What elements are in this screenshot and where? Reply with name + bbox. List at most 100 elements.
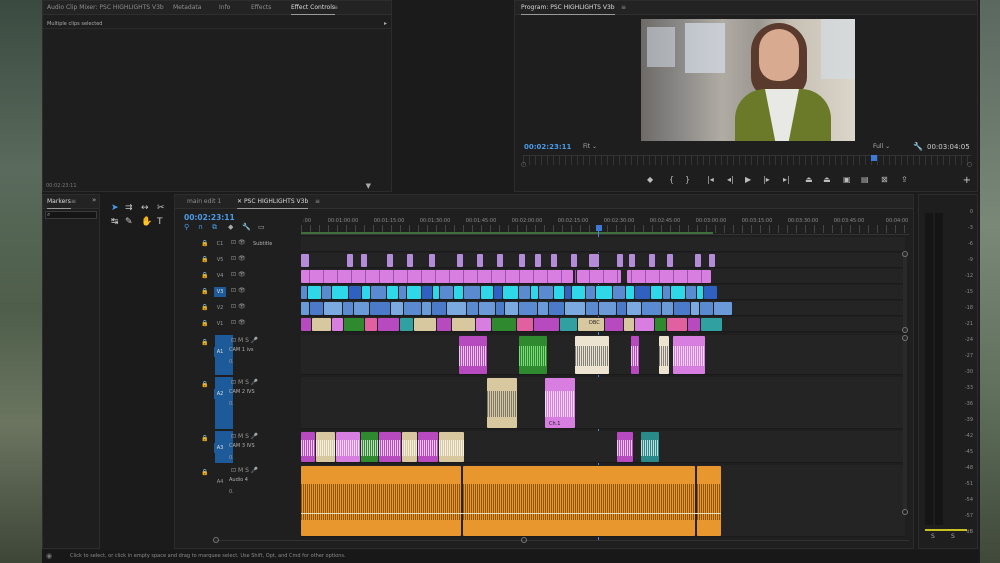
track-lane-v4[interactable] bbox=[301, 269, 905, 284]
h-scroll-knob-mid-icon[interactable] bbox=[521, 537, 527, 543]
timeline-clip[interactable] bbox=[531, 286, 538, 299]
audio-clip[interactable] bbox=[641, 432, 659, 462]
mute-button[interactable]: M bbox=[238, 337, 243, 344]
timeline-clip[interactable] bbox=[464, 286, 480, 299]
audio-clip[interactable] bbox=[575, 336, 609, 374]
timeline-clip[interactable] bbox=[422, 286, 432, 299]
timeline-clip[interactable] bbox=[667, 318, 687, 331]
timeline-clip[interactable] bbox=[589, 254, 599, 267]
audio-clip[interactable] bbox=[519, 336, 547, 374]
audio-clip[interactable] bbox=[301, 466, 461, 536]
track-volume[interactable]: 0. bbox=[229, 359, 234, 365]
timeline-clip[interactable] bbox=[714, 302, 732, 315]
timeline-clip[interactable] bbox=[365, 318, 377, 331]
timeline-clip[interactable] bbox=[535, 254, 541, 267]
hand-tool-icon[interactable]: ✋ bbox=[141, 217, 152, 227]
timeline-clip[interactable] bbox=[635, 318, 654, 331]
timeline-clip[interactable] bbox=[701, 318, 722, 331]
timeline-clip[interactable] bbox=[627, 270, 711, 283]
track-volume[interactable]: 0. bbox=[229, 489, 234, 495]
play-icon[interactable]: ▶ bbox=[745, 175, 751, 184]
track-volume[interactable]: 0. bbox=[229, 401, 234, 407]
timeline-clip[interactable] bbox=[534, 318, 559, 331]
timeline-clip[interactable] bbox=[651, 286, 662, 299]
tab-effects[interactable]: Effects bbox=[251, 4, 271, 11]
go-to-out-icon[interactable]: ▸| bbox=[783, 175, 790, 184]
sync-lock-icon[interactable]: ⊡ bbox=[231, 271, 236, 278]
timeline-clip[interactable] bbox=[404, 302, 421, 315]
track-volume[interactable]: 0. bbox=[229, 455, 234, 461]
track-lane-v1[interactable]: DBC bbox=[301, 317, 905, 332]
timeline-clip[interactable] bbox=[662, 302, 673, 315]
work-area-bar[interactable] bbox=[301, 232, 713, 234]
timeline-clip[interactable] bbox=[407, 254, 413, 267]
timeline-clip[interactable] bbox=[477, 254, 483, 267]
tab-sequence[interactable]: ✕ PSC HIGHLIGHTS V3b bbox=[237, 198, 309, 209]
timeline-clip[interactable] bbox=[301, 318, 311, 331]
wrench-icon[interactable]: 🔧 bbox=[913, 142, 923, 151]
timeline-clip[interactable] bbox=[432, 302, 446, 315]
timeline-clip[interactable] bbox=[695, 254, 701, 267]
markers-search-input[interactable]: ⌕ bbox=[45, 211, 97, 219]
mute-button[interactable]: M bbox=[238, 467, 243, 474]
eye-icon[interactable]: 👁 bbox=[238, 271, 246, 278]
timeline-clip[interactable] bbox=[308, 286, 321, 299]
timeline-clip[interactable] bbox=[414, 318, 436, 331]
timeline-clip[interactable] bbox=[399, 286, 406, 299]
video-scroll-knob-bottom-icon[interactable] bbox=[902, 327, 908, 333]
timeline-clip[interactable] bbox=[627, 302, 641, 315]
timeline-clip[interactable] bbox=[437, 318, 451, 331]
audio-clip[interactable] bbox=[487, 378, 517, 428]
audio-clip[interactable] bbox=[402, 432, 417, 462]
timeline-clip[interactable] bbox=[378, 318, 399, 331]
sync-lock-icon[interactable]: ⊡ bbox=[231, 337, 236, 344]
timeline-clip[interactable] bbox=[454, 286, 463, 299]
audio-clip[interactable] bbox=[418, 432, 438, 462]
track-lane-v3[interactable] bbox=[301, 285, 905, 300]
scrollbar-knob-left-icon[interactable]: ○ bbox=[521, 161, 526, 168]
timeline-clip[interactable] bbox=[700, 302, 713, 315]
audio-clip[interactable] bbox=[459, 336, 487, 374]
track-lane-a2[interactable]: Ch.1 bbox=[301, 377, 905, 429]
step-back-icon[interactable]: ◂| bbox=[727, 175, 734, 184]
timeline-clip[interactable] bbox=[407, 286, 421, 299]
timeline-clip[interactable] bbox=[617, 302, 626, 315]
sync-lock-icon[interactable]: ⊡ bbox=[231, 379, 236, 386]
timeline-clip[interactable] bbox=[301, 302, 309, 315]
timeline-clip[interactable] bbox=[697, 286, 703, 299]
timeline-clip[interactable] bbox=[560, 318, 577, 331]
lock-icon[interactable]: 🔒 bbox=[201, 381, 208, 388]
timeline-clip[interactable] bbox=[539, 286, 553, 299]
horizontal-scrollbar[interactable] bbox=[215, 540, 909, 541]
timeline-clip[interactable] bbox=[549, 302, 564, 315]
timeline-clip[interactable] bbox=[554, 286, 564, 299]
audio-clip[interactable] bbox=[301, 432, 315, 462]
track-lane-a1[interactable] bbox=[301, 335, 905, 375]
track-target-v3[interactable]: V3 bbox=[214, 287, 226, 297]
lock-icon[interactable]: 🔒 bbox=[201, 272, 208, 279]
audio-clip[interactable] bbox=[617, 432, 633, 462]
add-marker-icon[interactable]: ◆ bbox=[647, 175, 653, 184]
volume-rubber-band[interactable] bbox=[301, 513, 721, 514]
timeline-clip[interactable] bbox=[613, 286, 625, 299]
timeline-playhead-head[interactable] bbox=[596, 225, 602, 231]
track-select-tool-icon[interactable]: ⇉ bbox=[125, 203, 133, 213]
timeline-clip[interactable] bbox=[565, 286, 571, 299]
track-target-a1[interactable]: A1 bbox=[214, 347, 226, 357]
solo-button[interactable]: S bbox=[245, 433, 249, 440]
settings-wrench-icon[interactable]: 🔧 bbox=[242, 223, 251, 231]
track-target-a3[interactable]: A3 bbox=[214, 443, 226, 453]
mic-icon[interactable]: 🎤 bbox=[251, 433, 258, 440]
timeline-clip[interactable] bbox=[624, 318, 634, 331]
audio-vertical-scrollbar[interactable] bbox=[903, 337, 907, 509]
eye-icon[interactable]: 👁 bbox=[238, 255, 246, 262]
timeline-clip[interactable] bbox=[642, 302, 661, 315]
timeline-clip[interactable] bbox=[457, 254, 463, 267]
timeline-clip[interactable] bbox=[362, 286, 370, 299]
timeline-clip[interactable] bbox=[371, 286, 386, 299]
timeline-clip[interactable] bbox=[691, 302, 699, 315]
quality-select[interactable]: Full ⌄ bbox=[873, 143, 890, 150]
track-target-a2[interactable]: A2 bbox=[214, 389, 226, 399]
timeline-clip[interactable] bbox=[565, 302, 585, 315]
expand-panels-icon[interactable]: » bbox=[92, 196, 96, 204]
